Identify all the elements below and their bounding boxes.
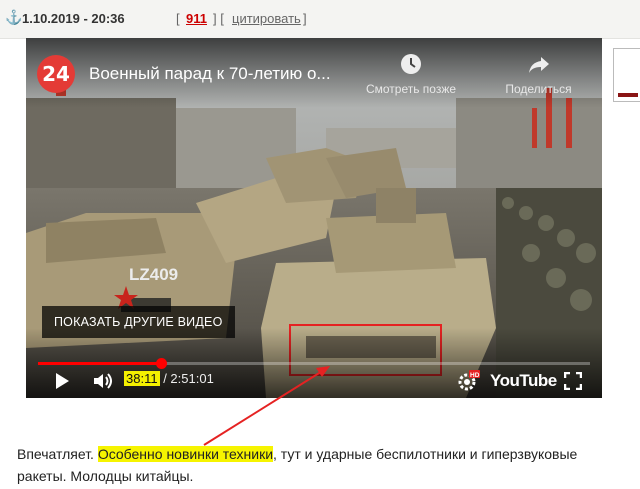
volume-icon[interactable]	[92, 371, 116, 391]
youtube-logo[interactable]: YouTube	[490, 371, 557, 391]
channel-logo[interactable]: 24	[37, 55, 75, 93]
current-time: 38:11	[124, 371, 160, 386]
progress-bar[interactable]	[38, 358, 590, 369]
side-widget-bar	[618, 93, 638, 97]
time-separator: /	[159, 371, 171, 386]
comment-date: 1.10.2019 - 20:36	[22, 11, 125, 26]
comment-text: Впечатляет. Особенно новинки техники, ту…	[17, 443, 627, 487]
settings-icon[interactable]: HD	[456, 370, 480, 392]
watch-later-label: Смотреть позже	[365, 82, 457, 96]
share-icon	[528, 57, 549, 73]
video-player[interactable]: LZ409 24 Военный парад к 70-летию о... С…	[26, 38, 602, 398]
duration: 2:51:01	[170, 371, 214, 386]
bracket-separator: ] [	[213, 11, 224, 26]
watch-later-button[interactable]: Смотреть позже	[361, 52, 461, 96]
share-label: Поделиться	[505, 82, 572, 96]
comment-header: ⚓ 1.10.2019 - 20:36 [ 911 ] [ цитировать…	[0, 0, 640, 39]
anchor-icon[interactable]: ⚓	[5, 9, 22, 26]
quote-link[interactable]: цитировать	[232, 11, 301, 26]
comment-highlight: Особенно новинки техники	[97, 446, 274, 462]
side-widget[interactable]	[613, 48, 640, 102]
progress-fill	[38, 362, 162, 365]
hd-badge: HD	[470, 372, 480, 379]
bracket-close: ]	[303, 11, 307, 26]
play-icon[interactable]	[52, 371, 72, 391]
clock-icon	[401, 54, 421, 74]
reply-count-link[interactable]: 911	[186, 11, 207, 26]
video-title[interactable]: Военный парад к 70-летию о...	[89, 64, 331, 84]
time-display: 38:11 / 2:51:01	[124, 371, 214, 386]
fullscreen-icon[interactable]	[564, 372, 582, 390]
comment-text-start: Впечатляет.	[17, 446, 98, 462]
vehicle-marking: LZ409	[129, 265, 178, 284]
bracket-open: [	[176, 11, 180, 26]
share-button[interactable]: Поделиться	[491, 52, 586, 96]
